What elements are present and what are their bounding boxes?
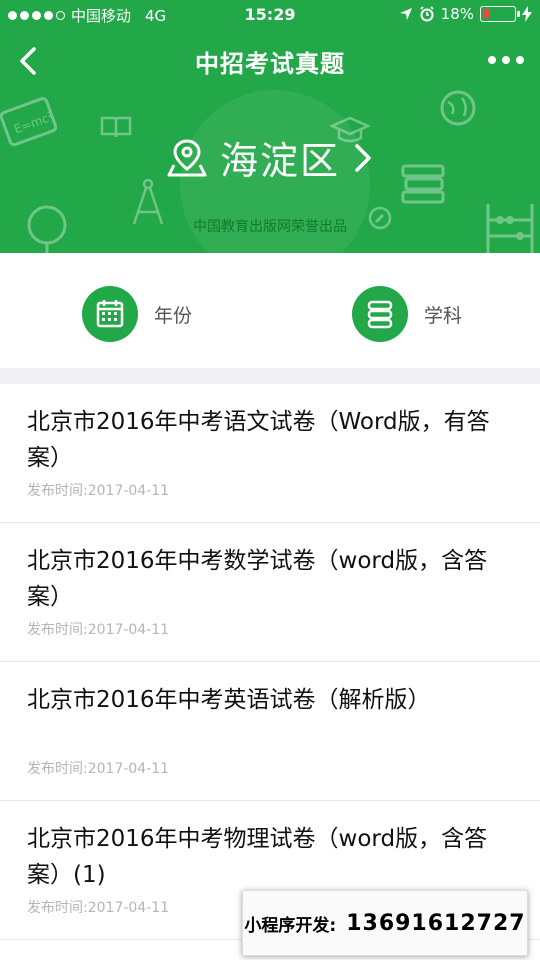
map-pin-icon — [167, 138, 207, 176]
alarm-clock-icon — [420, 6, 434, 22]
promo-banner[interactable]: 小程序开发: 13691612727 — [242, 890, 528, 956]
list-item[interactable]: 北京市2016年中考数学试卷（word版，含答案） 发布时间:2017-04-1… — [0, 523, 540, 662]
more-options-icon[interactable] — [488, 56, 524, 64]
filter-year-label: 年份 — [154, 304, 193, 327]
list-item[interactable]: 北京市2016年中考语文试卷（Word版，有答案） 发布时间:2017-04-1… — [0, 384, 540, 523]
publish-date: 发布时间:2017-04-11 — [27, 761, 170, 777]
publish-date: 发布时间:2017-04-11 — [27, 483, 170, 499]
back-arrow-icon[interactable] — [12, 44, 46, 78]
books-icon — [352, 286, 408, 342]
filter-bar: 年份 学科 — [0, 253, 540, 368]
filter-subject-label: 学科 — [424, 304, 463, 327]
exam-list: 北京市2016年中考语文试卷（Word版，有答案） 发布时间:2017-04-1… — [0, 384, 540, 940]
publish-date: 发布时间:2017-04-11 — [27, 900, 170, 916]
exam-title: 北京市2016年中考语文试卷（Word版，有答案） — [27, 409, 490, 471]
exam-title: 北京市2016年中考物理试卷（word版，含答案）(1) — [27, 826, 488, 888]
battery-percent: 18% — [440, 5, 474, 23]
promo-phone: 13691612727 — [346, 910, 526, 936]
district-name: 海淀区 — [219, 139, 340, 183]
calendar-icon — [82, 286, 138, 342]
page-title: 中招考试真题 — [195, 49, 345, 78]
list-item[interactable]: 北京市2016年中考英语试卷（解析版） 发布时间:2017-04-11 — [0, 662, 540, 801]
charging-bolt-icon — [522, 6, 532, 22]
exam-title: 北京市2016年中考英语试卷（解析版） — [27, 687, 431, 713]
battery-icon — [480, 6, 520, 22]
promo-label: 小程序开发: — [244, 915, 337, 936]
chevron-right-icon — [355, 143, 371, 172]
exam-title: 北京市2016年中考数学试卷（word版，含答案） — [27, 548, 488, 610]
location-arrow-icon — [399, 8, 412, 20]
publisher-credit: 中国教育出版网荣誉出品 — [193, 219, 347, 235]
navigation-bar: 中招考试真题 — [0, 30, 540, 92]
earth-icon — [440, 90, 476, 126]
filter-subject[interactable]: 学科 — [352, 286, 462, 342]
status-bar: 中国移动 4G 15:29 18% — [0, 0, 540, 30]
header-banner: E=mc² 中招考试真题 海淀区 中国教育出版网荣誉出品 — [0, 30, 540, 253]
status-right: 18% — [399, 5, 532, 23]
section-divider — [0, 368, 540, 384]
district-selector[interactable]: 海淀区 — [0, 130, 540, 185]
filter-year[interactable]: 年份 — [82, 286, 192, 342]
publish-date: 发布时间:2017-04-11 — [27, 622, 170, 638]
